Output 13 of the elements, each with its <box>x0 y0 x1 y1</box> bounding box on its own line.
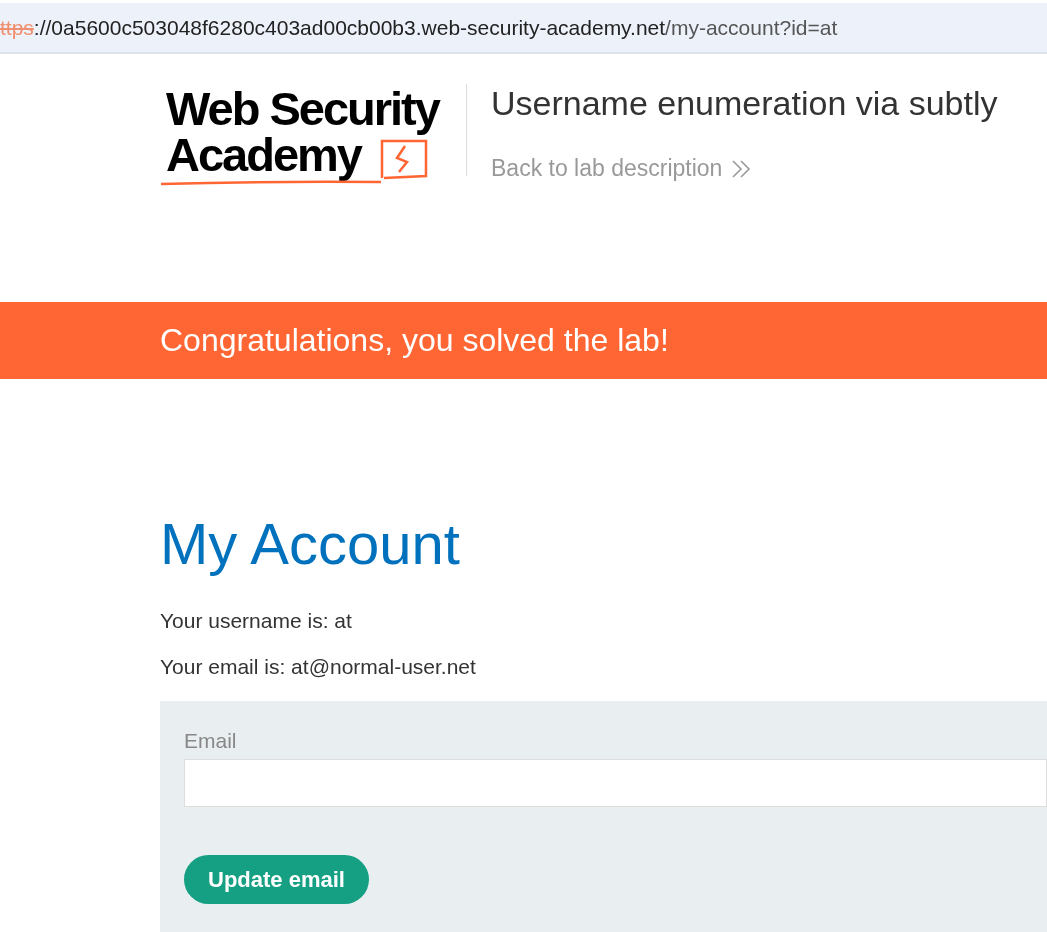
url-scheme: ttps <box>0 15 34 40</box>
logo-mark-icon <box>380 138 428 182</box>
url-path: /my-account?id=at <box>665 15 838 40</box>
account-detail: Your email is: at@normal-user.net <box>160 655 477 679</box>
url-host: ://0a5600c503048f6280c403ad00cb00b3.web-security-academy.net <box>33 15 666 40</box>
address-bar[interactable]: ttps://0a5600c503048f6280c403ad00cb00b3.web-security-academy.net/my-account?id=at <box>0 3 1047 54</box>
banner-message: Congratulations, you solved the lab! <box>160 322 669 359</box>
double-chevron-icon <box>730 158 753 179</box>
account-detail: Your username is: at <box>160 609 353 633</box>
email-label: Email <box>184 729 237 753</box>
logo[interactable]: Web Security Academy <box>160 84 460 192</box>
lab-title: Username enumeration via subtly <box>491 84 998 123</box>
email-field[interactable] <box>184 759 1047 807</box>
